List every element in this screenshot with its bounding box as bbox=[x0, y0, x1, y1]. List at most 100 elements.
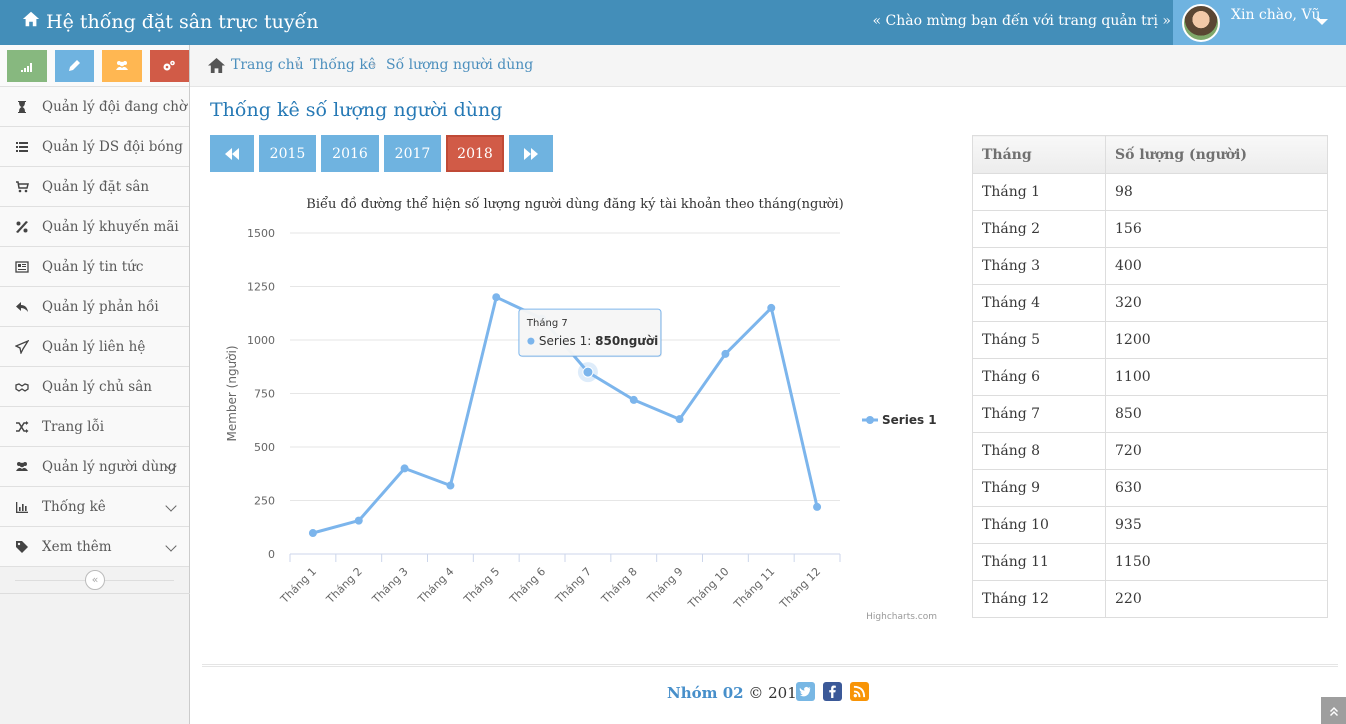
breadcrumb-home-link[interactable]: Trang chủ bbox=[231, 57, 304, 73]
y-tick-label: 750 bbox=[254, 388, 275, 401]
send-icon bbox=[14, 339, 30, 355]
sidebar-item-contacts[interactable]: Quản lý liên hệ bbox=[0, 327, 189, 367]
top-navbar: Hệ thống đặt sân trực tuyến « Chào mừng … bbox=[0, 0, 1346, 45]
sidebar-item-promotions[interactable]: Quản lý khuyến mãi bbox=[0, 207, 189, 247]
sidebar-item-news[interactable]: Quản lý tin tức bbox=[0, 247, 189, 287]
sidebar-item-label: Xem thêm bbox=[42, 538, 112, 555]
y-tick-label: 1000 bbox=[247, 334, 275, 347]
cell-count: 220 bbox=[1105, 580, 1328, 618]
x-tick-label: Tháng 6 bbox=[507, 565, 549, 607]
cell-count: 1150 bbox=[1105, 543, 1328, 581]
rss-button[interactable] bbox=[850, 682, 869, 701]
chart-credits: Highcharts.com bbox=[866, 612, 937, 622]
prev-years-button[interactable] bbox=[210, 135, 254, 172]
stats-shortcut-button[interactable] bbox=[7, 50, 47, 82]
table-row: Tháng 5 1200 bbox=[972, 321, 1328, 359]
y-axis-label: Member (người) bbox=[225, 345, 239, 441]
footer-divider bbox=[202, 664, 1338, 667]
y-tick-label: 250 bbox=[254, 495, 275, 508]
sidebar-item-label: Quản lý chủ sân bbox=[42, 378, 152, 395]
data-point bbox=[582, 366, 594, 378]
breadcrumb-separator-icon: › bbox=[295, 57, 301, 73]
breadcrumb-statistics-link[interactable]: Thống kê bbox=[310, 57, 376, 73]
tooltip-category: Tháng 7 bbox=[526, 317, 568, 329]
settings-shortcut-button[interactable] bbox=[149, 50, 189, 82]
tooltip-marker bbox=[527, 337, 535, 345]
avatar bbox=[1182, 4, 1220, 42]
percent-icon bbox=[14, 219, 30, 235]
table-row: Tháng 12 220 bbox=[972, 580, 1328, 618]
brand[interactable]: Hệ thống đặt sân trực tuyến bbox=[22, 10, 318, 33]
sidebar-item-error-page[interactable]: Trang lỗi bbox=[0, 407, 189, 447]
cell-month: Tháng 10 bbox=[972, 506, 1106, 544]
table-row: Tháng 8 720 bbox=[972, 432, 1328, 470]
line-chart: Biểu đồ đường thể hiện số lượng người dù… bbox=[212, 180, 950, 625]
sidebar-item-feedback[interactable]: Quản lý phản hồi bbox=[0, 287, 189, 327]
backward-icon bbox=[225, 147, 239, 160]
home-icon bbox=[207, 57, 226, 74]
sidebar-item-statistics[interactable]: Thống kê bbox=[0, 487, 189, 527]
cell-month: Tháng 12 bbox=[972, 580, 1106, 618]
sidebar-item-waiting-teams[interactable]: Quản lý đội đang chờ bbox=[0, 87, 189, 127]
sidebar-item-bookings[interactable]: Quản lý đặt sân bbox=[0, 167, 189, 207]
sidebar-item-more[interactable]: Xem thêm bbox=[0, 527, 189, 567]
cell-count: 1200 bbox=[1105, 321, 1328, 359]
cogs-icon bbox=[163, 60, 176, 71]
data-point bbox=[308, 529, 317, 538]
table-row: Tháng 9 630 bbox=[972, 469, 1328, 507]
x-tick-label: Tháng 7 bbox=[552, 565, 594, 607]
divider bbox=[0, 593, 190, 594]
brand-title: Hệ thống đặt sân trực tuyến bbox=[46, 10, 319, 33]
scroll-to-top-button[interactable] bbox=[1321, 697, 1346, 724]
chevron-down-icon bbox=[165, 540, 177, 552]
year-button-2015[interactable]: 2015 bbox=[259, 135, 316, 172]
y-tick-label: 1250 bbox=[247, 281, 275, 294]
double-angle-up-icon bbox=[1329, 706, 1338, 716]
next-years-button[interactable] bbox=[509, 135, 553, 172]
twitter-button[interactable] bbox=[796, 682, 815, 701]
edit-shortcut-button[interactable] bbox=[54, 50, 94, 82]
year-button-2017[interactable]: 2017 bbox=[384, 135, 441, 172]
sidebar-item-owners[interactable]: Quản lý chủ sân bbox=[0, 367, 189, 407]
legend-label: Series 1 bbox=[882, 413, 937, 427]
sidebar-item-label: Quản lý DS đội bóng bbox=[42, 138, 183, 155]
sidebar-item-label: Quản lý tin tức bbox=[42, 258, 144, 275]
sidebar-collapse-bar: « bbox=[0, 567, 189, 595]
table-row: Tháng 2 156 bbox=[972, 210, 1328, 248]
x-tick-label: Tháng 5 bbox=[461, 565, 503, 607]
facebook-button[interactable] bbox=[823, 682, 842, 701]
sidebar-collapse-button[interactable]: « bbox=[85, 570, 105, 590]
sidebar-item-users[interactable]: Quản lý người dùng bbox=[0, 447, 189, 487]
home-icon bbox=[22, 10, 40, 33]
table-row: Tháng 11 1150 bbox=[972, 543, 1328, 581]
year-button-2018[interactable]: 2018 bbox=[446, 135, 504, 172]
table-row: Tháng 10 935 bbox=[972, 506, 1328, 544]
table-row: Tháng 3 400 bbox=[972, 247, 1328, 285]
cell-month: Tháng 3 bbox=[972, 247, 1106, 285]
breadcrumb-separator-icon: › bbox=[371, 57, 377, 73]
footer-text: Nhóm 02 © 2018 bbox=[667, 684, 806, 702]
data-table: Tháng Số lượng (người) Tháng 1 98 Tháng 21… bbox=[972, 135, 1328, 618]
users-shortcut-button[interactable] bbox=[102, 50, 142, 82]
cell-month: Tháng 11 bbox=[972, 543, 1106, 581]
x-tick-label: Tháng 9 bbox=[644, 565, 686, 607]
data-point bbox=[354, 516, 363, 525]
users-icon bbox=[115, 61, 128, 70]
year-button-2016[interactable]: 2016 bbox=[321, 135, 379, 172]
cell-count: 630 bbox=[1105, 469, 1328, 507]
breadcrumb-current: Số lượng người dùng bbox=[386, 57, 534, 73]
cell-month: Tháng 6 bbox=[972, 358, 1106, 396]
page-title: Thống kê số lượng người dùng bbox=[210, 99, 503, 121]
newspaper-icon bbox=[14, 259, 30, 275]
cell-count: 720 bbox=[1105, 432, 1328, 470]
x-tick-label: Tháng 8 bbox=[598, 565, 640, 607]
sidebar-item-label: Quản lý liên hệ bbox=[42, 338, 146, 355]
user-menu[interactable]: Xin chào, Vũ bbox=[1173, 0, 1346, 45]
cell-month: Tháng 4 bbox=[972, 284, 1106, 322]
sidebar-item-label: Quản lý người dùng bbox=[42, 458, 177, 475]
sidebar-item-team-list[interactable]: Quản lý DS đội bóng bbox=[0, 127, 189, 167]
sidebar-item-label: Trang lỗi bbox=[42, 418, 105, 435]
sidebar-item-label: Thống kê bbox=[42, 498, 106, 515]
data-point bbox=[446, 481, 455, 490]
data-point bbox=[813, 502, 822, 511]
